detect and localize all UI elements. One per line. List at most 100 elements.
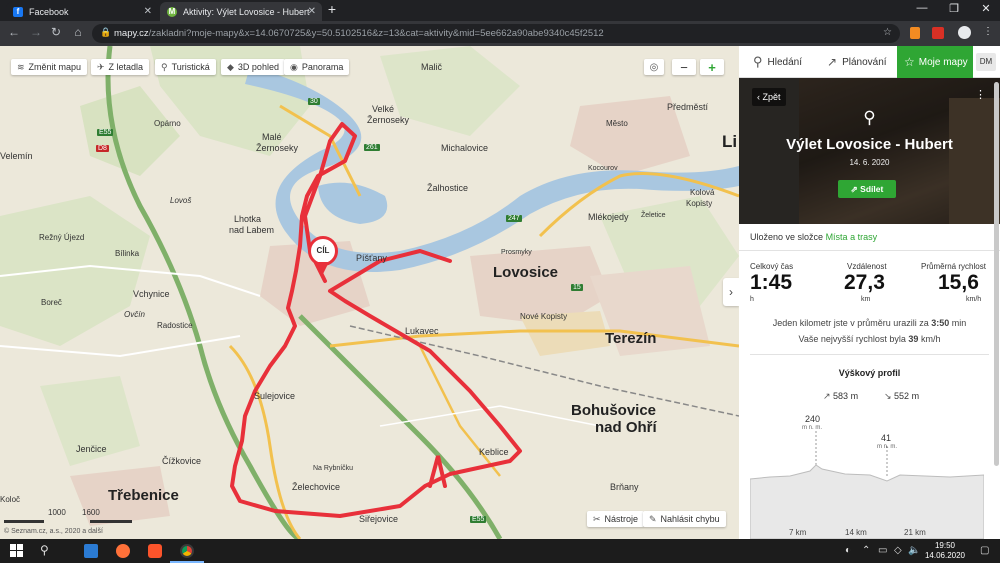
tab-label: Plánování [842, 56, 887, 68]
files-app-icon[interactable] [84, 544, 98, 558]
3d-view-button[interactable]: ◆ 3D pohled [221, 59, 285, 75]
place-label: Želetice [641, 212, 666, 219]
map-canvas[interactable]: Malič Velké Žernoseky Malé Žernoseky Mic… [0, 46, 739, 539]
notifications-icon[interactable]: ▢ [980, 545, 989, 556]
change-map-button[interactable]: ≋ Změnit mapu [11, 59, 88, 75]
tools-button[interactable]: ✂ Nástroje [587, 511, 645, 527]
close-icon[interactable]: ✕ [308, 6, 316, 17]
button-label: Nahlásit chybu [660, 514, 720, 524]
stat-value: 15,6 [938, 271, 979, 294]
collapse-panel-button[interactable]: › [723, 278, 739, 306]
reload-icon[interactable]: ↻ [48, 25, 64, 39]
place-label: Nové Kopisty [520, 312, 568, 321]
zoom-in-button[interactable]: + [700, 59, 724, 75]
lock-icon: 🔒 [100, 27, 112, 37]
network-icon[interactable]: ▭ [878, 545, 887, 556]
tab-planning[interactable]: ↗ Plánování [819, 46, 897, 78]
ascent-value: 583 m [833, 391, 859, 401]
place-label: Na Rybníčku [313, 465, 354, 472]
extension-icon[interactable] [910, 27, 920, 39]
forward-arrow-icon[interactable]: → [28, 25, 44, 39]
hiker-icon: ⚲ [161, 61, 168, 72]
route-icon: ↗ [827, 55, 838, 69]
divider [750, 354, 989, 355]
chevron-up-icon[interactable]: ⌃ [862, 545, 870, 556]
url-text: mapy.cz/zakladni?moje-mapy&x=14.0670725&… [114, 28, 604, 39]
profile-icon[interactable] [958, 26, 971, 39]
chrome-icon[interactable] [180, 544, 194, 558]
search-icon[interactable]: ⚲ [40, 543, 49, 557]
pencil-icon: ✎ [649, 513, 657, 524]
max-unit: km/h [920, 334, 941, 344]
pace-unit: min [951, 318, 967, 328]
report-error-button[interactable]: ✎ Nahlásit chybu [643, 511, 726, 527]
panel-scrollbar[interactable] [994, 82, 999, 466]
adblock-icon[interactable] [932, 27, 944, 39]
taskbar-time[interactable]: 19:50 [920, 541, 970, 550]
star-icon[interactable]: ☆ [883, 27, 892, 38]
stat-value: 1:45 [750, 271, 793, 294]
finish-marker[interactable]: CÍL [308, 236, 338, 276]
tab-my-maps[interactable]: ☆ Moje mapy [897, 46, 973, 78]
place-label: Velké [372, 104, 395, 114]
elevation-max: 240 [805, 414, 821, 424]
town-label: nad Ohří [595, 419, 657, 436]
place-label: Kocourov [588, 165, 618, 172]
close-window-icon[interactable]: ✕ [976, 2, 996, 15]
place-label: Režný Újezd [39, 233, 85, 242]
windows-start-icon[interactable] [10, 544, 24, 558]
taskbar-date[interactable]: 14.06.2020 [920, 551, 970, 560]
browser-toolbar: ← → ↻ ⌂ 🔒 mapy.cz/zakladni?moje-mapy&x=1… [0, 21, 1000, 46]
more-options-icon[interactable]: ⋮ [975, 88, 986, 101]
tab-facebook[interactable]: f Facebook ✕ [6, 2, 158, 21]
restore-icon[interactable]: ❐ [944, 2, 964, 15]
stat-label: Průměrná rychlost [921, 262, 986, 271]
tab-search[interactable]: ⚲ Hledání [739, 46, 816, 78]
address-bar[interactable]: 🔒 mapy.cz/zakladni?moje-mapy&x=14.067072… [92, 24, 900, 43]
locate-me-button[interactable]: ◎ [644, 59, 664, 75]
user-avatar[interactable]: DM [976, 53, 996, 71]
place-label: Kolová [690, 188, 715, 197]
tab-label: Moje mapy [918, 56, 968, 68]
place-label: Malič [421, 62, 443, 72]
share-button[interactable]: ⇗ Sdílet [838, 180, 896, 198]
brave-icon[interactable] [148, 544, 162, 558]
panorama-button[interactable]: ◉ Panorama [284, 59, 350, 75]
volume-icon[interactable]: 🔈 [908, 545, 920, 556]
new-tab-button[interactable]: + [322, 1, 342, 17]
bicycle-icon: ⚲ [863, 108, 876, 127]
tab-aktivity[interactable]: M Aktivity: Výlet Lovosice - Hubert ✕ [160, 2, 322, 21]
elevation-profile-chart[interactable] [750, 431, 984, 539]
back-button[interactable]: ‹ Zpět [752, 88, 786, 106]
place-label: Píšťany [356, 253, 387, 263]
button-label: Panorama [301, 62, 344, 72]
place-label: Keblice [479, 447, 509, 457]
button-label: Nástroje [604, 514, 639, 524]
zoom-out-button[interactable]: − [672, 59, 696, 75]
road-number: E55 [97, 129, 114, 136]
mapy-cz-icon: M [167, 6, 177, 17]
close-icon[interactable]: ✕ [144, 6, 152, 17]
minimize-icon[interactable]: — [912, 2, 932, 14]
place-label: Lovoš [170, 196, 192, 205]
place-label: Michalovice [441, 143, 489, 153]
activity-title: Výlet Lovosice - Hubert [786, 136, 953, 153]
place-label: nad Labem [229, 225, 275, 235]
button-label: 3D pohled [237, 62, 279, 72]
stat-label: Celkový čas [750, 262, 794, 271]
aerial-map-button[interactable]: ✈ Z letadla [91, 59, 150, 75]
menu-dots-icon[interactable]: ⋮ [983, 26, 993, 37]
place-label: Sulejovice [254, 391, 296, 401]
tourist-map-button[interactable]: ⚲ Turistická [155, 59, 216, 75]
home-icon[interactable]: ⌂ [70, 25, 86, 39]
firefox-icon[interactable] [116, 544, 130, 558]
road-number: 261 [364, 144, 380, 151]
folder-link[interactable]: Místa a trasy [826, 232, 878, 242]
elevation-area [750, 464, 984, 539]
road-number: E55 [470, 516, 487, 523]
back-arrow-icon[interactable]: ← [6, 25, 22, 39]
star-icon: ☆ [904, 55, 915, 69]
weather-icon[interactable]: ◐ [845, 545, 851, 556]
place-label: Lhotka [234, 214, 262, 224]
dropbox-icon[interactable]: ◇ [894, 545, 902, 556]
